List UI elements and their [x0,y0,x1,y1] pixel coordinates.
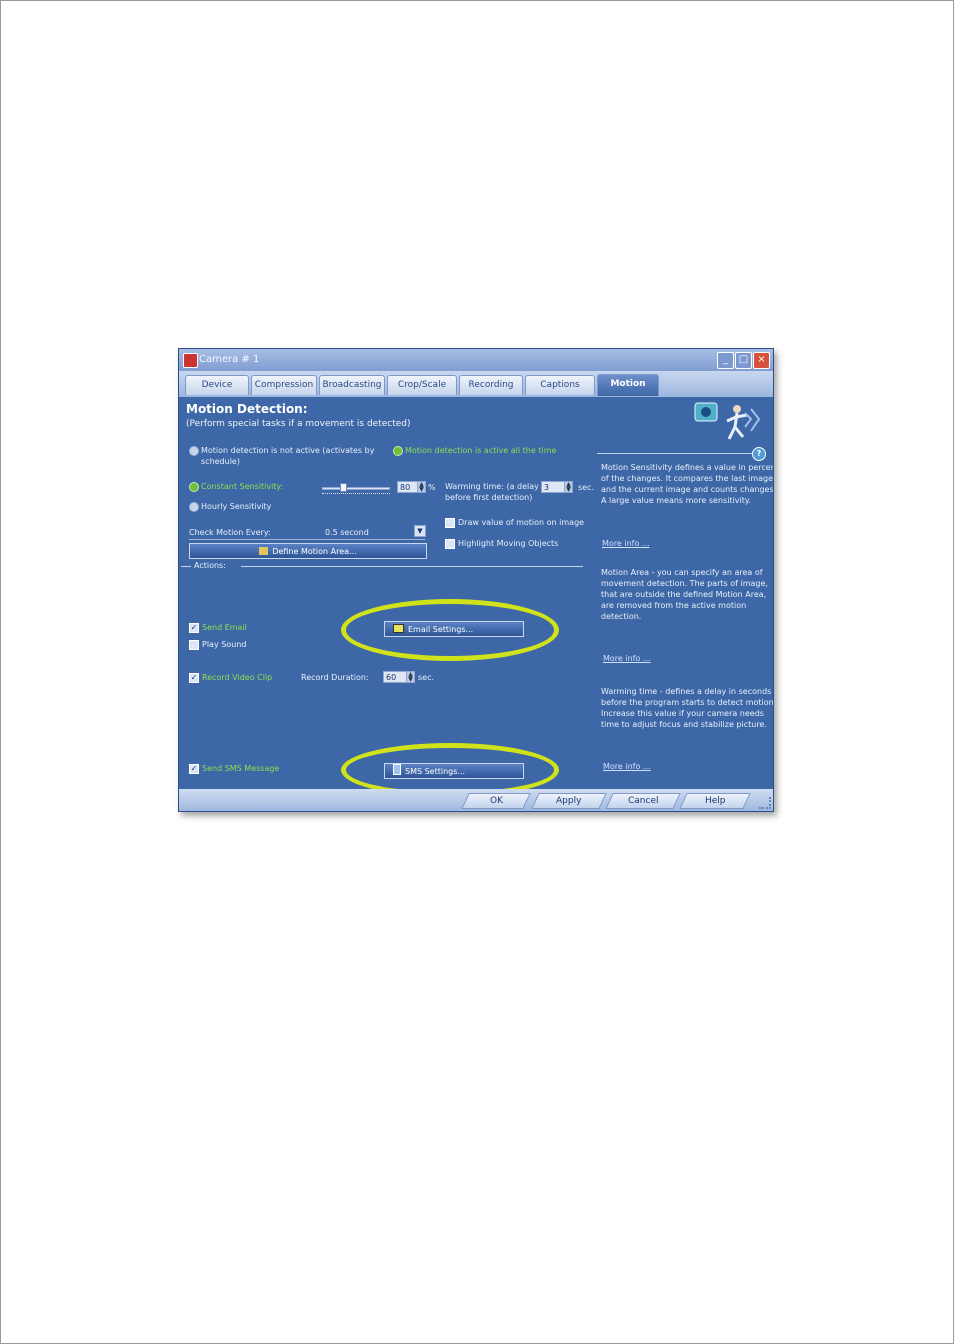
play-sound-checkbox[interactable] [189,640,199,650]
help-warming-line-4: time to adjust focus and stabilize pictu… [601,720,767,729]
hourly-sensitivity-radio[interactable] [189,502,199,512]
help-divider [597,453,755,454]
help-area-line-2: movement detection. The parts of image, [601,579,768,588]
close-button[interactable]: × [753,352,770,369]
actions-divider-left [181,566,191,567]
help-warming-line-2: before the program starts to detect moti… [601,698,774,707]
record-duration-label: Record Duration: [301,673,369,682]
record-duration-unit: sec. [418,673,435,682]
check-motion-every-value[interactable]: 0.5 second [325,528,369,537]
help-area-line-1: Motion Area - you can specify an area of [601,568,763,577]
tab-crop-scale[interactable]: Crop/Scale [387,375,457,395]
send-email-label: Send Email [202,623,247,632]
constant-sensitivity-radio[interactable] [189,482,199,492]
draw-motion-value-checkbox[interactable] [445,518,455,528]
tab-device[interactable]: Device [185,375,249,395]
tab-compression[interactable]: Compression [251,375,317,395]
more-info-link-sensitivity[interactable]: More info ... [602,539,650,548]
tab-recording[interactable]: Recording [459,375,523,395]
chevron-down-icon[interactable]: ▼ [414,525,426,537]
warming-time-label-line2: before first detection) [445,493,533,502]
tab-broadcasting[interactable]: Broadcasting [319,375,385,395]
tab-bar: Device Compression Broadcasting Crop/Sca… [179,371,773,397]
sensitivity-slider-thumb[interactable] [340,483,347,492]
warming-time-field[interactable]: 3 [541,481,565,493]
hourly-sensitivity-label: Hourly Sensitivity [201,502,272,511]
maximize-button[interactable]: □ [735,352,752,369]
title-bar[interactable]: Camera # 1 _ □ × [179,349,773,371]
help-button-label: Help [704,796,726,806]
window-title: Camera # 1 [199,354,260,365]
define-motion-area-button[interactable]: Define Motion Area... [189,543,427,559]
actions-label: Actions: [194,561,226,570]
help-area-line-3: that are outside the defined Motion Area… [601,590,767,599]
help-sensitivity-line-1: Motion Sensitivity defines a value in pe… [601,463,774,472]
record-duration-spinner[interactable]: ▲ ▼ [406,671,415,683]
send-sms-checkbox[interactable]: ✓ [189,764,199,774]
help-warming-line-1: Warming time - defines a delay in second… [601,687,772,696]
more-info-link-area[interactable]: More info ... [603,654,651,663]
motion-detection-illustration-icon [694,402,761,440]
cancel-button[interactable]: Cancel [605,793,681,809]
motion-inactive-label-line2: schedule) [201,457,240,466]
email-settings-highlight-ellipse [341,599,559,661]
camera-settings-window: Camera # 1 _ □ × Device Compression Broa… [178,348,774,812]
help-warming-line-3: Increase this value if your camera needs [601,709,764,718]
warming-time-unit: sec. [578,483,595,492]
more-info-link-warming[interactable]: More info ... [603,762,651,771]
minimize-button[interactable]: _ [717,352,734,369]
send-sms-label: Send SMS Message [202,764,280,773]
cancel-button-label: Cancel [627,796,659,806]
define-motion-area-label: Define Motion Area... [272,547,357,556]
help-sensitivity-line-3: and the current image and counts changes… [601,485,774,494]
sensitivity-slider-ticks [322,493,390,496]
tab-captions[interactable]: Captions [525,375,595,395]
warming-time-spinner[interactable]: ▲ ▼ [564,481,573,493]
record-duration-field[interactable]: 60 [383,671,407,683]
help-button[interactable]: Help [679,793,751,809]
record-video-label: Record Video Clip [202,673,273,682]
help-area-line-4: are removed from the active motion [601,601,747,610]
motion-active-label: Motion detection is active all the time [405,446,557,455]
motion-active-radio[interactable] [393,446,403,456]
resize-grip[interactable] [759,797,771,809]
send-email-checkbox[interactable]: ✓ [189,623,199,633]
play-sound-label: Play Sound [202,640,247,649]
warming-time-label: Warming time: (a delay [445,482,539,491]
help-question-icon[interactable]: ? [752,447,766,461]
constant-sensitivity-label: Constant Sensitivity: [201,482,284,491]
sensitivity-spinner[interactable]: ▲ ▼ [417,481,426,493]
help-sensitivity-line-4: A large value means more sensitivity. [601,496,752,505]
tab-motion[interactable]: Motion [597,374,659,396]
check-motion-every-label: Check Motion Every: [189,528,271,537]
actions-divider-right [241,566,583,567]
page-title: Motion Detection: [186,402,308,416]
sensitivity-unit: % [428,483,436,492]
dropdown-underline [189,539,425,540]
sensitivity-slider-track [322,487,390,490]
motion-inactive-radio[interactable] [189,446,199,456]
apply-button[interactable]: Apply [531,793,607,809]
camera-app-icon [183,353,198,368]
sensitivity-value-field[interactable]: 80 [397,481,419,493]
page-subtitle: (Perform special tasks if a movement is … [186,419,411,429]
sensitivity-slider[interactable] [322,483,390,495]
help-sensitivity-line-2: of the changes. It compares the last ima… [601,474,774,483]
apply-button-label: Apply [556,796,582,806]
highlight-moving-checkbox[interactable] [445,539,455,549]
motion-inactive-label: Motion detection is not active (activate… [201,446,375,455]
draw-motion-value-label: Draw value of motion on image [458,518,585,527]
ok-button-label: OK [489,796,503,806]
record-video-checkbox[interactable]: ✓ [189,673,199,683]
dialog-button-bar: OK Apply Cancel Help [179,789,773,811]
ok-button[interactable]: OK [461,793,531,809]
area-icon [259,547,269,555]
help-area-line-5: detection. [601,612,642,621]
highlight-moving-label: Highlight Moving Objects [458,539,559,548]
